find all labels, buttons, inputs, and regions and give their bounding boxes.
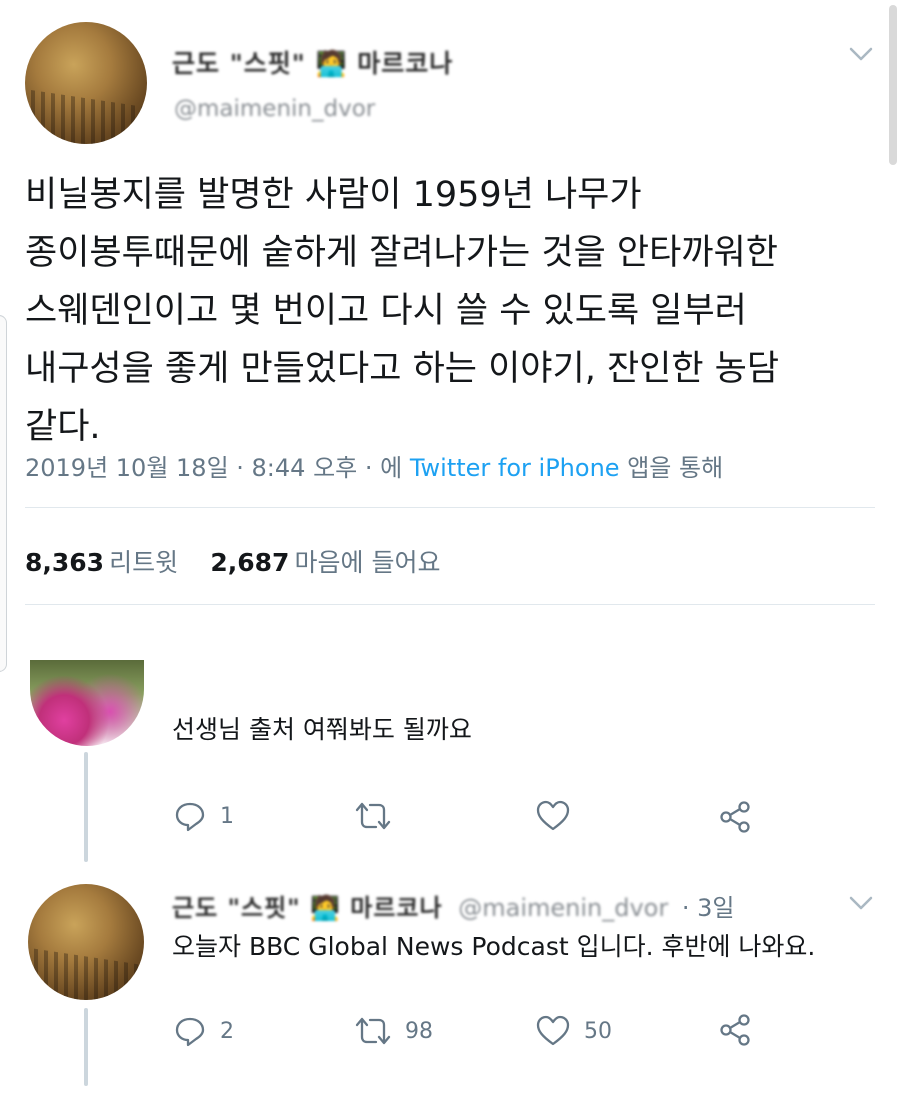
retweet-count: 98 (405, 1018, 433, 1044)
thread-line (84, 752, 88, 862)
author-handle[interactable]: @maimenin_dvor (458, 894, 668, 922)
reply-time[interactable]: · 3일 (682, 894, 735, 922)
share-button[interactable] (718, 800, 752, 834)
reply-count: 2 (220, 1018, 234, 1044)
divider (25, 604, 875, 605)
like-count: 2,687 (210, 548, 290, 577)
tweet-line: 스웨덴인이고 몇 번이고 다시 쓸 수 있도록 일부러 (25, 291, 747, 331)
tweet-meta: 2019년 10월 18일 · 8:44 오후 · 에 Twitter for … (25, 448, 723, 483)
reply-button[interactable]: 2 (174, 1015, 234, 1047)
tweet-source-suffix: 앱을 통해 (627, 454, 724, 482)
author-display-name[interactable]: 근도 "스핏" 🧑‍💻 마르코나 (172, 44, 453, 80)
tweet-line: 종이봉투때문에 숱하게 잘려나가는 것을 안타까워한 (25, 233, 778, 273)
share-icon (720, 801, 750, 833)
heart-icon (536, 1015, 570, 1046)
like-count: 50 (584, 1018, 612, 1044)
author-display-name[interactable]: 근도 "스핏" 🧑‍💻 마르코나 (172, 894, 443, 922)
tweet-line: 내구성을 좋게 만들었다고 하는 이야기, 잔인한 농담 (25, 349, 780, 389)
share-button[interactable] (718, 1013, 752, 1047)
reply-icon (175, 802, 205, 832)
retweet-icon (355, 802, 391, 830)
author-avatar[interactable] (28, 884, 144, 1000)
reply-text: 오늘자 BBC Global News Podcast 입니다. 후반에 나와요… (172, 932, 816, 961)
like-label: 마음에 들어요 (294, 548, 441, 577)
retweet-button[interactable]: 98 (355, 1015, 433, 1047)
avatar-image-detail (28, 947, 144, 1000)
like-button[interactable] (536, 800, 584, 832)
retweet-button[interactable] (355, 800, 405, 832)
like-stats[interactable]: 2,687 마음에 들어요 (210, 548, 440, 577)
reply-count: 1 (220, 803, 234, 829)
reply-text: 선생님 출처 여쭤봐도 될까요 (172, 715, 472, 744)
reply-header: 근도 "스핏" 🧑‍💻 마르코나 @maimenin_dvor · 3일 (172, 888, 734, 923)
chevron-down-icon[interactable] (848, 44, 874, 64)
retweet-count: 8,363 (25, 548, 105, 577)
author-avatar[interactable] (25, 22, 147, 144)
like-button[interactable]: 50 (536, 1015, 612, 1047)
retweet-icon (355, 1017, 391, 1045)
tweet-timestamp[interactable]: 2019년 10월 18일 · 8:44 오후 · 에 (25, 454, 402, 482)
author-handle[interactable]: @maimenin_dvor (174, 96, 375, 122)
tweet-line: 비닐봉지를 발명한 사람이 1959년 나무가 (25, 175, 642, 215)
divider (25, 507, 875, 508)
left-edge-panel (0, 315, 7, 672)
thread-line (84, 1008, 88, 1086)
avatar-image-detail (25, 89, 147, 144)
replier-avatar[interactable] (30, 660, 144, 746)
reply-icon (175, 1017, 205, 1047)
tweet-source-link[interactable]: Twitter for iPhone (410, 454, 620, 482)
retweet-label: 리트윗 (109, 548, 179, 577)
scrollbar-thumb[interactable] (889, 5, 897, 165)
tweet-body: 비닐봉지를 발명한 사람이 1959년 나무가 종이봉투때문에 숱하게 잘려나가… (25, 166, 885, 456)
chevron-down-icon[interactable] (848, 893, 874, 913)
retweet-stats[interactable]: 8,363 리트윗 (25, 548, 183, 577)
tweet-stats: 8,363 리트윗 2,687 마음에 들어요 (25, 543, 441, 579)
reply-button[interactable]: 1 (174, 800, 234, 832)
heart-icon (536, 800, 570, 831)
share-icon (720, 1014, 750, 1046)
